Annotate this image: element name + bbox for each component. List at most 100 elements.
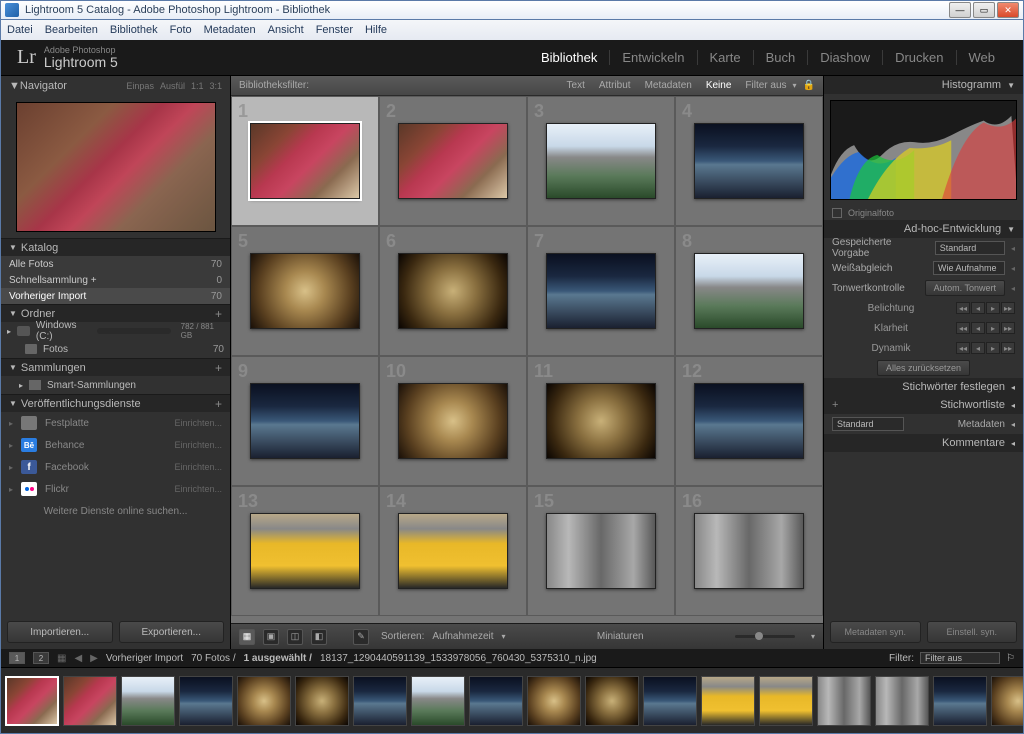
sort-value[interactable]: Aufnahmezeit — [432, 631, 493, 642]
histogram[interactable] — [830, 100, 1017, 200]
grid-cell[interactable]: 8 — [675, 226, 823, 356]
export-button[interactable]: Exportieren... — [119, 621, 225, 643]
close-button[interactable]: ✕ — [997, 2, 1019, 18]
filmstrip-thumb[interactable] — [527, 676, 581, 726]
grid-cell[interactable]: 7 — [527, 226, 675, 356]
grid-icon[interactable]: ▦ — [57, 653, 66, 664]
menu-bearbeiten[interactable]: Bearbeiten — [45, 24, 98, 36]
filmstrip-thumb[interactable] — [5, 676, 59, 726]
quick-develop-header[interactable]: Ad-hoc-Entwicklung▼ — [824, 220, 1023, 238]
filter-tab-metadaten[interactable]: Metadaten — [645, 80, 692, 91]
grid-view-button[interactable]: ▦ — [239, 629, 255, 645]
module-web[interactable]: Web — [956, 50, 1008, 65]
thumbnail-size-slider[interactable] — [735, 635, 795, 638]
publish-flickr[interactable]: ▸FlickrEinrichten... — [1, 478, 230, 500]
catalog-row[interactable]: Vorheriger Import70 — [1, 288, 230, 304]
zoom-Ausfül[interactable]: Ausfül — [160, 81, 185, 91]
filmstrip-thumb[interactable] — [353, 676, 407, 726]
thumbnail-grid[interactable]: 12345678910111213141516 — [231, 96, 823, 623]
minimize-button[interactable]: — — [949, 2, 971, 18]
histogram-header[interactable]: Histogramm▼ — [824, 76, 1023, 94]
catalog-header[interactable]: ▼Katalog — [1, 238, 230, 256]
module-diashow[interactable]: Diashow — [807, 50, 882, 65]
filter-tab-attribut[interactable]: Attribut — [599, 80, 631, 91]
compare-view-button[interactable]: ◫ — [287, 629, 303, 645]
filmstrip-thumb[interactable] — [237, 676, 291, 726]
module-buch[interactable]: Buch — [753, 50, 808, 65]
vibrance-stepper[interactable]: ◂◂◂▸▸▸ — [956, 342, 1015, 354]
grid-cell[interactable]: 9 — [231, 356, 379, 486]
grid-cell[interactable]: 15 — [527, 486, 675, 616]
wb-select[interactable]: Wie Aufnahme — [933, 261, 1005, 275]
publish-header[interactable]: ▼Veröffentlichungsdienste+ — [1, 394, 230, 412]
folder-row[interactable]: Fotos 70 — [1, 340, 230, 358]
filter-tab-text[interactable]: Text — [567, 80, 585, 91]
auto-tone-button[interactable]: Autom. Tonwert — [925, 280, 1005, 296]
menu-bibliothek[interactable]: Bibliothek — [110, 24, 158, 36]
grid-cell[interactable]: 6 — [379, 226, 527, 356]
module-karte[interactable]: Karte — [697, 50, 753, 65]
screen-2-button[interactable]: 2 — [33, 652, 49, 664]
lock-icon[interactable]: 🔒 — [803, 80, 815, 91]
loupe-view-button[interactable]: ▣ — [263, 629, 279, 645]
filmstrip-thumb[interactable] — [991, 676, 1023, 726]
filter-tab-keine[interactable]: Keine — [706, 80, 732, 91]
toolbar-menu-icon[interactable]: ▾ — [811, 632, 815, 641]
filmstrip-thumb[interactable] — [121, 676, 175, 726]
filmstrip-thumb[interactable] — [295, 676, 349, 726]
grid-cell[interactable]: 14 — [379, 486, 527, 616]
menu-fenster[interactable]: Fenster — [316, 24, 353, 36]
exposure-stepper[interactable]: ◂◂◂▸▸▸ — [956, 302, 1015, 314]
grid-cell[interactable]: 11 — [527, 356, 675, 486]
menu-foto[interactable]: Foto — [170, 24, 192, 36]
filmstrip-thumb[interactable] — [63, 676, 117, 726]
menu-ansicht[interactable]: Ansicht — [268, 24, 304, 36]
publish-facebook[interactable]: ▸fFacebookEinrichten... — [1, 456, 230, 478]
navigator-header[interactable]: ▼ Navigator EinpasAusfül1:13:1 — [1, 76, 230, 96]
import-button[interactable]: Importieren... — [7, 621, 113, 643]
grid-cell[interactable]: 10 — [379, 356, 527, 486]
module-entwickeln[interactable]: Entwickeln — [609, 50, 696, 65]
filmstrip-thumb[interactable] — [585, 676, 639, 726]
filmstrip-thumb[interactable] — [701, 676, 755, 726]
original-photo-check[interactable]: Originalfoto — [824, 206, 1023, 220]
zoom-3:1[interactable]: 3:1 — [209, 81, 222, 91]
publish-festplatte[interactable]: ▸FestplatteEinrichten... — [1, 412, 230, 434]
survey-view-button[interactable]: ◧ — [311, 629, 327, 645]
filmstrip[interactable] — [1, 667, 1023, 733]
painter-tool-button[interactable]: ✎ — [353, 629, 369, 645]
sync-metadata-button[interactable]: Metadaten syn. — [830, 621, 921, 643]
filmstrip-thumb[interactable] — [875, 676, 929, 726]
menu-metadaten[interactable]: Metadaten — [204, 24, 256, 36]
menu-datei[interactable]: Datei — [7, 24, 33, 36]
sync-settings-button[interactable]: Einstell. syn. — [927, 621, 1018, 643]
publish-behance[interactable]: ▸BēBehanceEinrichten... — [1, 434, 230, 456]
grid-cell[interactable]: 12 — [675, 356, 823, 486]
catalog-row[interactable]: Alle Fotos70 — [1, 256, 230, 272]
filmstrip-thumb[interactable] — [469, 676, 523, 726]
screen-1-button[interactable]: 1 — [9, 652, 25, 664]
grid-cell[interactable]: 13 — [231, 486, 379, 616]
info-filter-select[interactable]: Filter aus — [920, 652, 1000, 664]
menu-hilfe[interactable]: Hilfe — [365, 24, 387, 36]
drive-row[interactable]: ▸ Windows (C:) 782 / 881 GB — [1, 322, 230, 340]
grid-cell[interactable]: 3 — [527, 96, 675, 226]
filmstrip-thumb[interactable] — [759, 676, 813, 726]
catalog-row[interactable]: Schnellsammlung +0 — [1, 272, 230, 288]
comments-header[interactable]: Kommentare◂ — [824, 434, 1023, 452]
filmstrip-thumb[interactable] — [643, 676, 697, 726]
keywords-header[interactable]: Stichwörter festlegen◂ — [824, 378, 1023, 396]
grid-cell[interactable]: 2 — [379, 96, 527, 226]
zoom-Einpas[interactable]: Einpas — [126, 81, 154, 91]
filmstrip-thumb[interactable] — [411, 676, 465, 726]
reset-all-button[interactable]: Alles zurücksetzen — [877, 360, 970, 376]
find-services-link[interactable]: Weitere Dienste online suchen... — [1, 500, 230, 522]
module-drucken[interactable]: Drucken — [882, 50, 955, 65]
grid-cell[interactable]: 16 — [675, 486, 823, 616]
maximize-button[interactable]: ▭ — [973, 2, 995, 18]
navigator-preview[interactable] — [16, 102, 216, 232]
collections-header[interactable]: ▼Sammlungen+ — [1, 358, 230, 376]
filmstrip-thumb[interactable] — [933, 676, 987, 726]
keywordlist-header[interactable]: +Stichwortliste◂ — [824, 396, 1023, 414]
smart-collections-row[interactable]: ▸ Smart-Sammlungen — [1, 376, 230, 394]
